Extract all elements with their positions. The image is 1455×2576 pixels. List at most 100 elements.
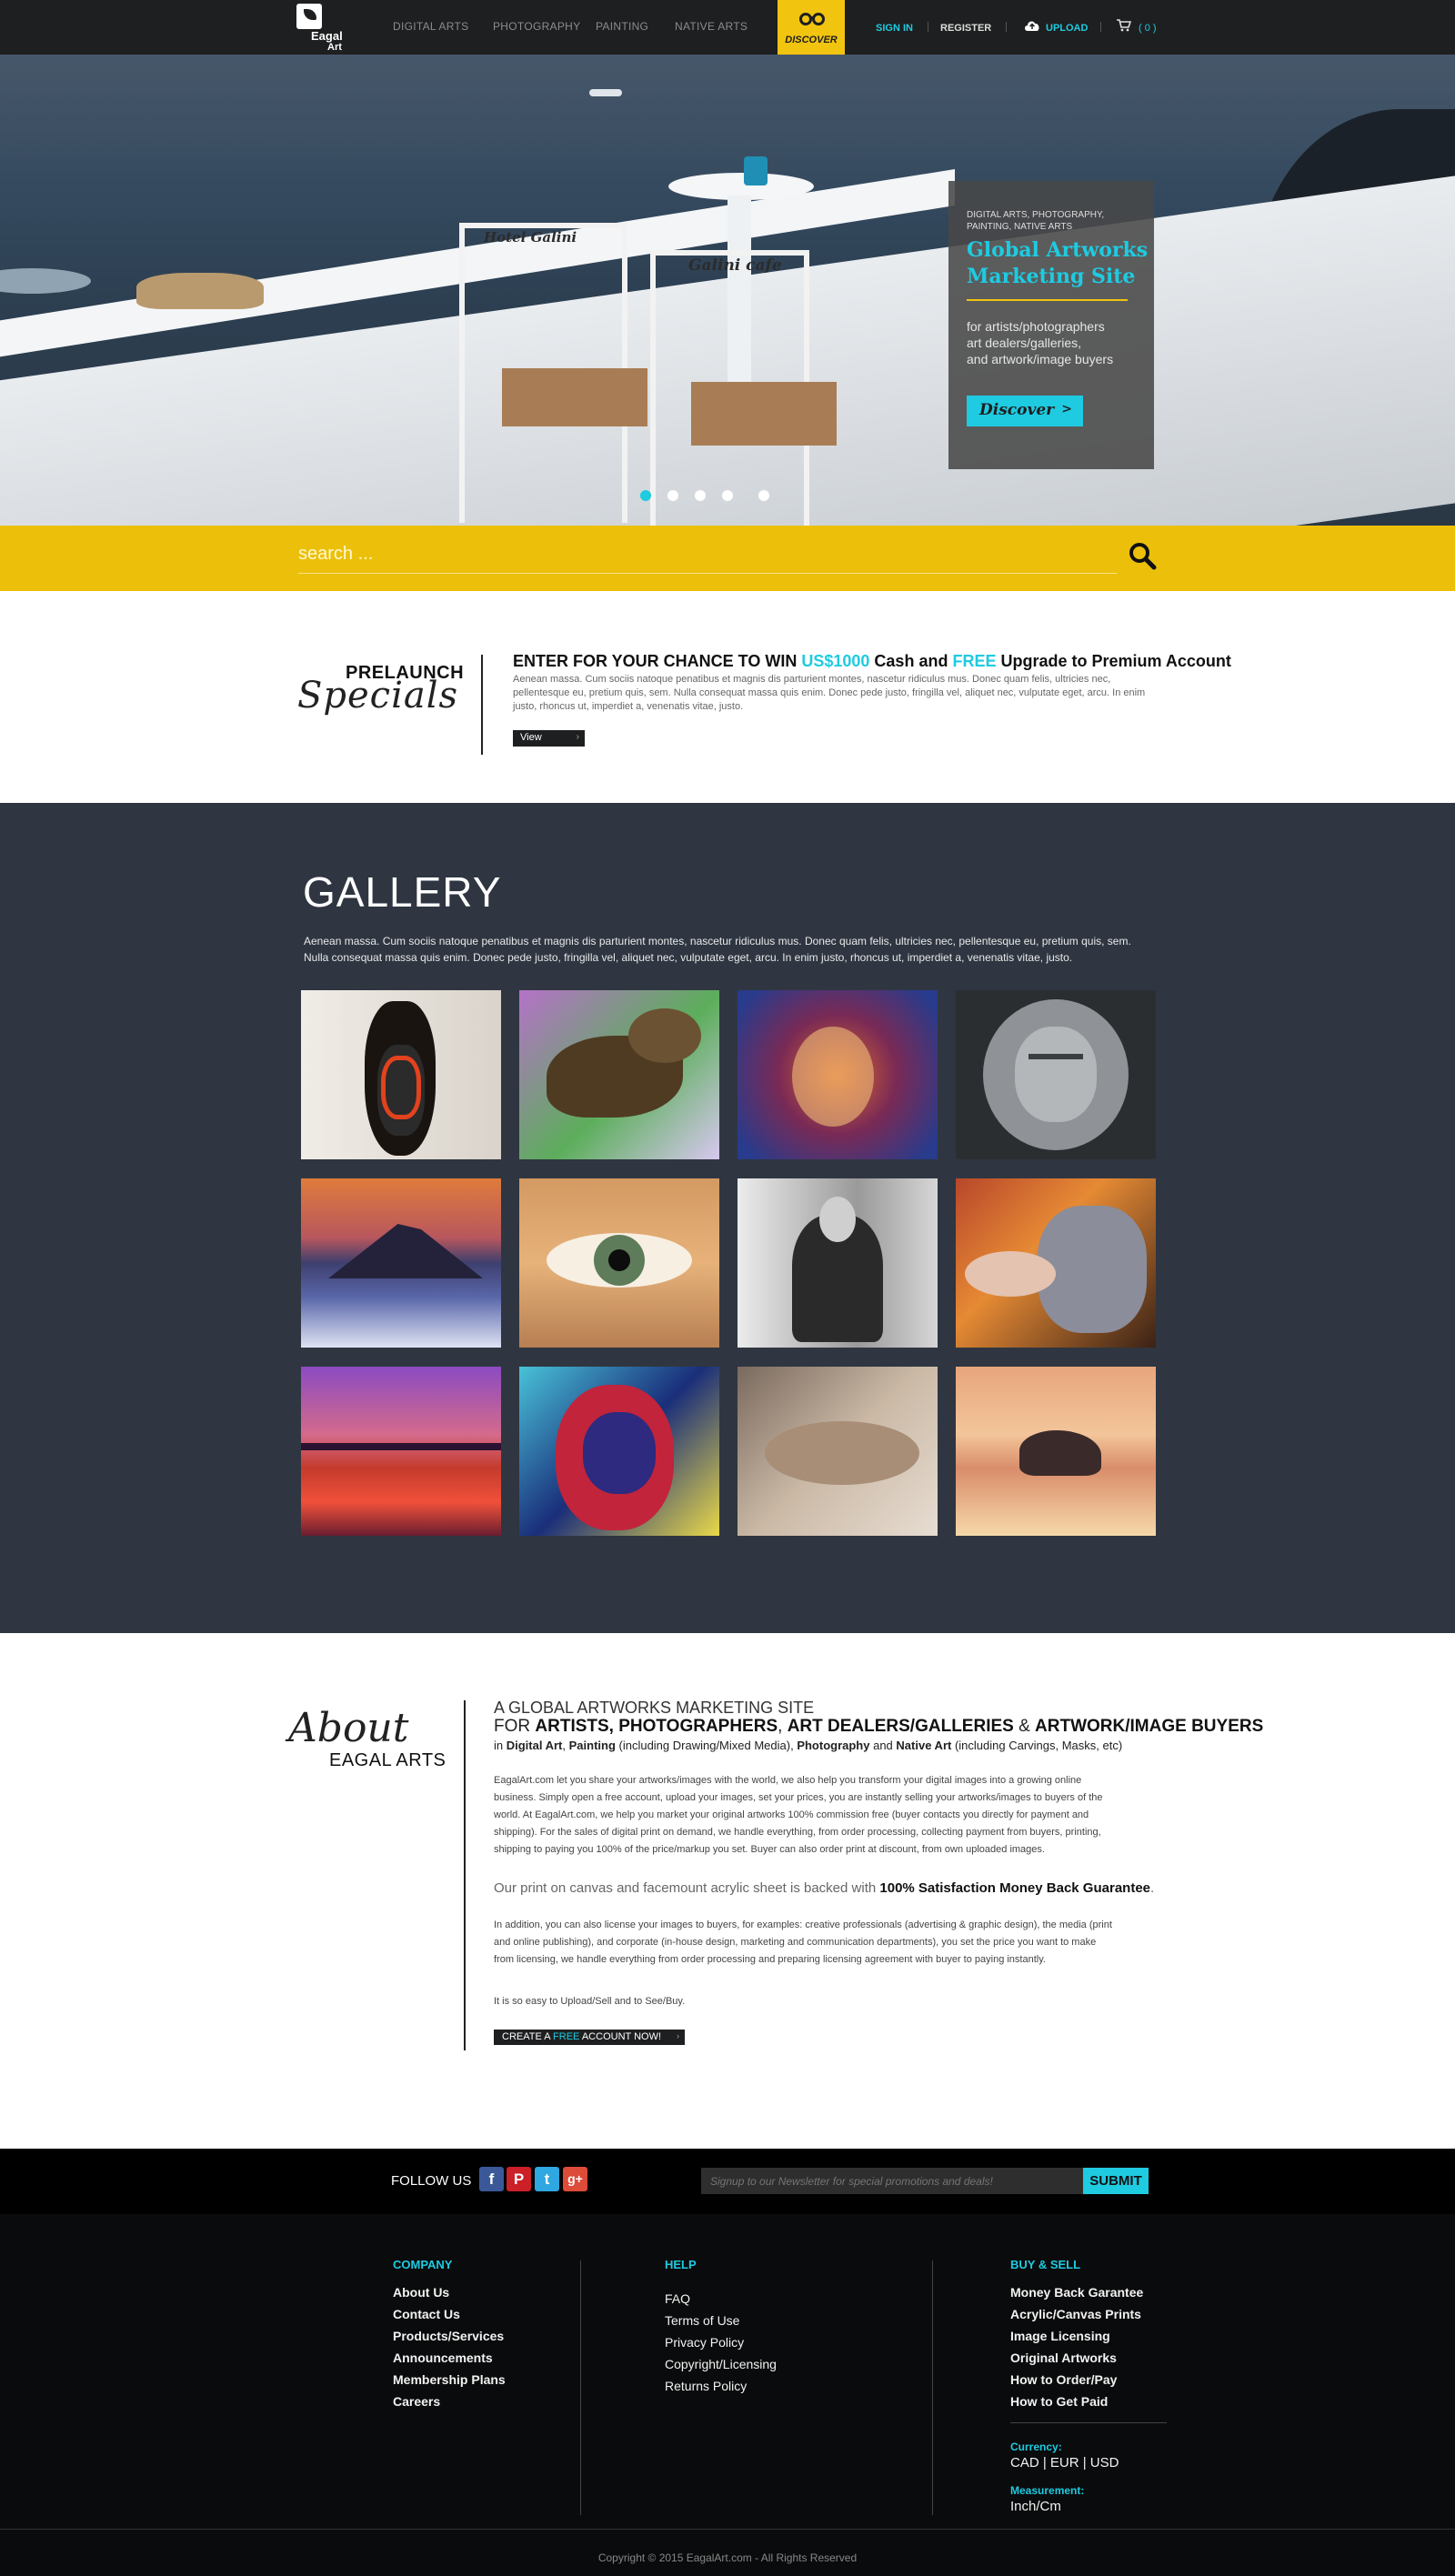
gallery-item-mountain-above-clouds[interactable]	[301, 1178, 501, 1348]
nav-photography[interactable]: PHOTOGRAPHY	[493, 20, 580, 33]
hero-chair-sign-cafe: Galini cafe	[688, 256, 782, 275]
create-account-button[interactable]: CREATE A FREE ACCOUNT NOW! ›	[494, 2030, 685, 2045]
footer-divider	[580, 2260, 581, 2515]
cloud-upload-icon[interactable]	[1023, 19, 1041, 32]
about-artists: ARTISTS, PHOTOGRAPHERS	[535, 1717, 778, 1736]
gallery-item-lion-woman-fantasy[interactable]	[956, 1178, 1156, 1348]
footer-link-products[interactable]: Products/Services	[393, 2329, 506, 2350]
about-divider	[464, 1700, 466, 2050]
nav-digital-arts[interactable]: DIGITAL ARTS	[393, 20, 468, 33]
footer-company-links: About Us Contact Us Products/Services An…	[393, 2285, 506, 2416]
gallery-item-eye-closeup[interactable]	[519, 1178, 719, 1348]
footer-link-contact-us[interactable]: Contact Us	[393, 2307, 506, 2329]
hero-discover-button[interactable]: Discover >	[967, 396, 1083, 426]
hero-box-desc-line: for artists/photographers	[967, 319, 1105, 334]
footer-link-originals[interactable]: Original Artworks	[1010, 2350, 1143, 2372]
gallery-item-polar-bear-sunset[interactable]	[956, 1367, 1156, 1536]
binoculars-icon	[799, 13, 825, 25]
hero-box-desc-line: and artwork/image buyers	[967, 352, 1114, 366]
nav-native-arts[interactable]: NATIVE ARTS	[675, 20, 748, 33]
google-plus-icon[interactable]: g+	[563, 2167, 587, 2191]
about-dealers: ART DEALERS/GALLERIES	[787, 1717, 1014, 1736]
nav-painting[interactable]: PAINTING	[596, 20, 648, 33]
about-paragraph-1: EagalArt.com let you share your artworks…	[494, 1775, 1103, 1855]
footer-link-money-back[interactable]: Money Back Garantee	[1010, 2285, 1143, 2307]
discover-label: DISCOVER	[785, 35, 838, 45]
gallery-item-woman-on-chair[interactable]	[738, 1178, 938, 1348]
measurement-selector[interactable]: Inch/Cm	[1010, 2499, 1061, 2514]
newsletter-submit-button[interactable]: SUBMIT	[1083, 2168, 1149, 2194]
view-button[interactable]: View ›	[513, 730, 585, 747]
hero-box-categories: DIGITAL ARTS, PHOTOGRAPHY, PAINTING, NAT…	[967, 210, 1105, 232]
slider-dot-4[interactable]	[722, 490, 733, 501]
about-paragraph-2: In addition, you can also license your i…	[494, 1919, 1112, 1965]
facebook-icon[interactable]: f	[479, 2167, 504, 2191]
register-link[interactable]: REGISTER	[940, 23, 991, 34]
headline-text: ENTER FOR YOUR CHANCE TO WIN	[513, 652, 802, 670]
about-guarantee: Our print on canvas and facemount acryli…	[494, 1880, 1154, 1896]
footer-link-privacy[interactable]: Privacy Policy	[665, 2335, 777, 2357]
newsletter-input[interactable]	[701, 2168, 1083, 2194]
gallery-item-moose-abstract[interactable]	[519, 990, 719, 1159]
hero-bag	[136, 273, 264, 309]
slider-dot-5[interactable]	[758, 490, 769, 501]
pinterest-icon[interactable]: P	[507, 2167, 531, 2191]
about-text: ,	[778, 1717, 788, 1736]
headline-text: Cash and	[869, 652, 953, 670]
upload-link[interactable]: UPLOAD	[1046, 23, 1088, 34]
slider-dot-3[interactable]	[695, 490, 706, 501]
hero-discover-arrow: >	[1061, 402, 1072, 416]
chevron-right-icon: ›	[677, 2031, 679, 2040]
sign-in-link[interactable]: SIGN IN	[876, 23, 913, 34]
gallery-item-reclining-figure[interactable]	[738, 1367, 938, 1536]
gallery-item-purple-sunset-lake[interactable]	[301, 1367, 501, 1536]
hero-boat	[589, 89, 622, 96]
search-bar: search ...	[0, 526, 1455, 591]
search-icon[interactable]	[1128, 541, 1157, 570]
about-text: &	[1013, 1717, 1036, 1736]
about-categories: in Digital Art, Painting (including Draw…	[494, 1739, 1122, 1752]
gallery-item-stone-face-carving[interactable]	[956, 990, 1156, 1159]
footer-link-get-paid[interactable]: How to Get Paid	[1010, 2394, 1143, 2416]
footer-help-heading: HELP	[665, 2258, 697, 2271]
footer-link-faq[interactable]: FAQ	[665, 2291, 777, 2313]
footer-link-membership[interactable]: Membership Plans	[393, 2372, 506, 2394]
footer-link-how-to-order[interactable]: How to Order/Pay	[1010, 2372, 1143, 2394]
footer-link-copyright[interactable]: Copyright/Licensing	[665, 2357, 777, 2379]
cart-icon[interactable]	[1117, 19, 1131, 32]
gallery-title: GALLERY	[303, 868, 502, 916]
prelaunch-headline: ENTER FOR YOUR CHANCE TO WIN US$1000 Cas…	[513, 652, 1231, 671]
copyright-text: Copyright © 2015 EagalArt.com - All Righ…	[597, 2551, 858, 2564]
gallery-item-psychedelic-faces[interactable]	[738, 990, 938, 1159]
site-logo[interactable]: Eagal Art	[296, 4, 351, 55]
gallery-item-native-mask[interactable]	[301, 990, 501, 1159]
footer-link-about-us[interactable]: About Us	[393, 2285, 506, 2307]
cart-count[interactable]: ( 0 )	[1139, 23, 1157, 34]
footer-rule	[0, 2529, 1455, 2530]
header-divider	[1006, 22, 1007, 32]
footer-link-careers[interactable]: Careers	[393, 2394, 506, 2416]
search-input[interactable]: search ...	[298, 544, 373, 565]
top-header: Eagal Art DIGITAL ARTS PHOTOGRAPHY PAINT…	[0, 0, 1455, 55]
about-section: About EAGAL ARTS A GLOBAL ARTWORKS MARKE…	[0, 1633, 1455, 2149]
about-text: (including Drawing/Mixed Media),	[615, 1739, 798, 1752]
footer-link-prints[interactable]: Acrylic/Canvas Prints	[1010, 2307, 1143, 2329]
gallery-item-colorful-figure-painting[interactable]	[519, 1367, 719, 1536]
footer-link-terms[interactable]: Terms of Use	[665, 2313, 777, 2335]
footer-link-licensing[interactable]: Image Licensing	[1010, 2329, 1143, 2350]
slider-dot-2[interactable]	[667, 490, 678, 501]
discover-button[interactable]: DISCOVER	[778, 0, 845, 55]
about-photography: Photography	[797, 1739, 870, 1752]
about-text: (including Carvings, Masks, etc)	[951, 1739, 1123, 1752]
slider-dot-1[interactable]	[640, 490, 651, 501]
logo-text-art: Art	[327, 42, 342, 53]
footer-help-links: FAQ Terms of Use Privacy Policy Copyrigh…	[665, 2291, 777, 2401]
footer-company-heading: COMPANY	[393, 2258, 453, 2271]
footer-link-announcements[interactable]: Announcements	[393, 2350, 506, 2372]
twitter-icon[interactable]: t	[535, 2167, 559, 2191]
footer-link-returns[interactable]: Returns Policy	[665, 2379, 777, 2401]
about-native: Native Art	[896, 1739, 952, 1752]
currency-selector[interactable]: CAD | EUR | USD	[1010, 2455, 1119, 2471]
hero-glass-jar	[744, 156, 768, 185]
cta-free: FREE	[553, 2031, 580, 2042]
